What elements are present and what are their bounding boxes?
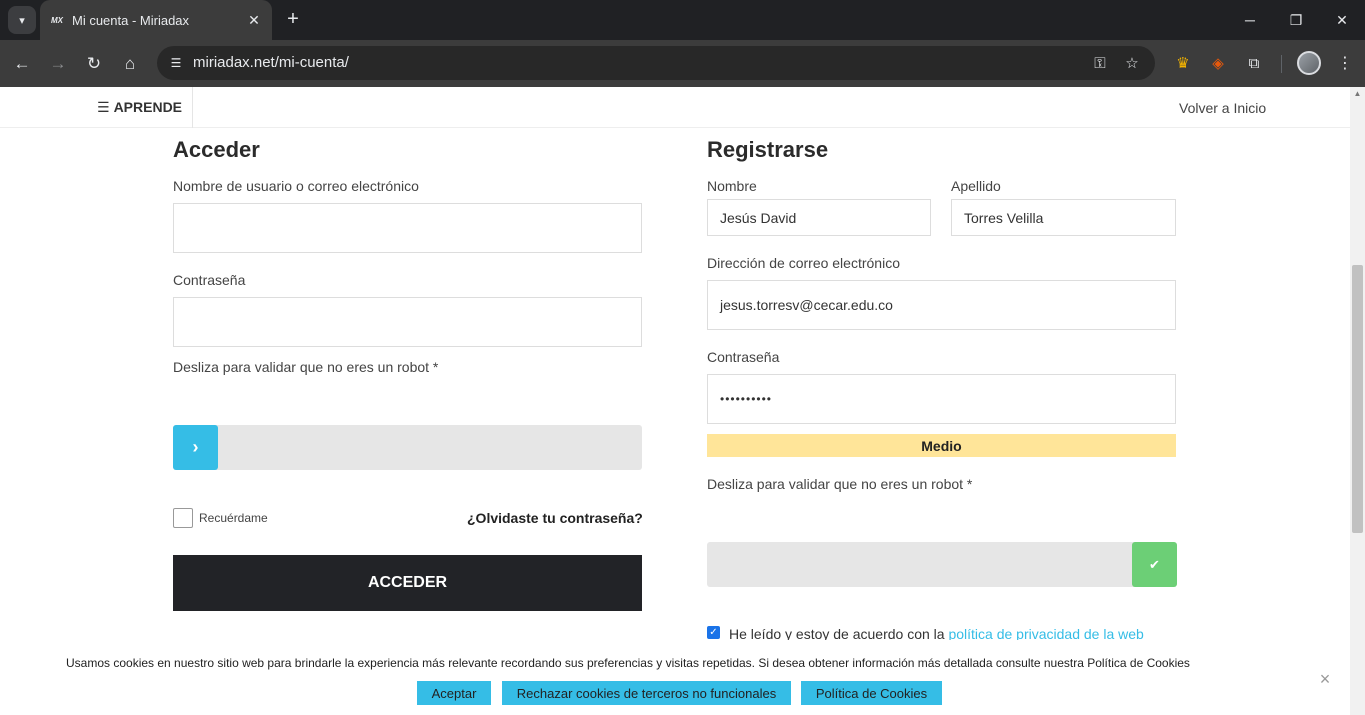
window-close-icon[interactable]: ✕ xyxy=(1319,0,1365,40)
register-password-input[interactable]: •••••••••• xyxy=(707,374,1176,424)
tab-title: Mi cuenta - Miriadax xyxy=(72,12,190,28)
first-name-input[interactable]: Jesús David xyxy=(707,199,931,236)
username-input[interactable] xyxy=(173,203,642,253)
site-header: ☰ APRENDE Volver a Inicio xyxy=(0,87,1350,128)
graduation-extension-icon[interactable]: ◈ xyxy=(1206,51,1230,75)
cookie-notice-text: Usamos cookies en nuestro sitio web para… xyxy=(66,656,1190,670)
crown-extension-icon[interactable]: ♛ xyxy=(1171,51,1195,75)
extensions-puzzle-icon[interactable]: ⧉ xyxy=(1242,51,1266,75)
bookmark-star-icon[interactable]: ☆ xyxy=(1121,52,1143,74)
hamburger-icon: ☰ xyxy=(97,99,110,115)
new-tab-icon[interactable]: + xyxy=(282,8,304,30)
register-captcha-label: Desliza para validar que no eres un robo… xyxy=(707,476,973,492)
aprende-menu-label: APRENDE xyxy=(113,99,183,115)
reload-icon[interactable]: ↻ xyxy=(80,50,108,78)
tab-close-icon[interactable]: ✕ xyxy=(244,10,264,30)
reject-cookies-button[interactable]: Rechazar cookies de terceros no funciona… xyxy=(502,681,791,705)
page-viewport: ☰ APRENDE Volver a Inicio Acceder Nombre … xyxy=(0,87,1365,715)
password-key-icon[interactable]: ⚿ xyxy=(1089,52,1111,74)
forward-arrow-icon[interactable]: → xyxy=(44,50,72,78)
username-label: Nombre de usuario o correo electrónico xyxy=(173,178,419,194)
home-icon[interactable]: ⌂ xyxy=(116,50,144,78)
browser-tab-bar: ▾ MX Mi cuenta - Miriadax ✕ + ─ ❐ ✕ xyxy=(0,0,1365,40)
password-strength-badge: Medio xyxy=(707,434,1176,457)
login-password-input[interactable] xyxy=(173,297,642,347)
login-captcha-slider[interactable] xyxy=(173,425,642,470)
url-host: miriadax.net xyxy=(193,54,275,71)
browser-toolbar: ← → ↻ ⌂ ☰ miriadax.net/mi-cuenta/ ⚿ ☆ ♛ … xyxy=(0,40,1365,87)
address-bar[interactable]: ☰ miriadax.net/mi-cuenta/ ⚿ ☆ xyxy=(157,46,1155,80)
cookie-policy-button[interactable]: Política de Cookies xyxy=(801,681,942,705)
register-password-label: Contraseña xyxy=(707,349,780,365)
url-text: miriadax.net/mi-cuenta/ xyxy=(193,54,349,71)
profile-avatar[interactable] xyxy=(1297,51,1321,75)
login-captcha-label: Desliza para validar que no eres un robo… xyxy=(173,359,439,375)
register-title: Registrarse xyxy=(707,137,829,162)
privacy-checkbox[interactable]: ✓ xyxy=(707,626,720,639)
login-password-label: Contraseña xyxy=(173,272,246,288)
register-captcha-slider[interactable] xyxy=(707,542,1176,587)
back-arrow-icon[interactable]: ← xyxy=(8,50,36,78)
restore-icon[interactable]: ❐ xyxy=(1273,0,1319,40)
url-path: /mi-cuenta/ xyxy=(274,54,349,71)
cookie-close-icon[interactable]: × xyxy=(1316,669,1334,689)
aprende-menu-button[interactable]: ☰ APRENDE xyxy=(97,99,182,116)
page-scrollbar[interactable]: ▲ xyxy=(1350,87,1365,715)
miriadax-favicon-icon: MX xyxy=(51,15,63,25)
browser-tab-active[interactable]: MX Mi cuenta - Miriadax ✕ xyxy=(40,0,272,40)
browser-menu-icon[interactable]: ⋮ xyxy=(1333,51,1357,75)
last-name-input[interactable]: Torres Velilla xyxy=(951,199,1176,236)
cookie-banner: Usamos cookies en nuestro sitio web para… xyxy=(0,640,1365,715)
minimize-icon[interactable]: ─ xyxy=(1227,0,1273,40)
site-info-icon[interactable]: ☰ xyxy=(165,52,187,74)
acceder-button[interactable]: ACCEDER xyxy=(173,555,642,611)
tab-search-icon[interactable]: ▾ xyxy=(8,6,36,34)
last-name-label: Apellido xyxy=(951,178,1001,194)
header-divider xyxy=(192,87,193,128)
login-title: Acceder xyxy=(173,137,260,162)
back-home-link[interactable]: Volver a Inicio xyxy=(1179,100,1266,116)
first-name-label: Nombre xyxy=(707,178,757,194)
forgot-password-link[interactable]: ¿Olvidaste tu contraseña? xyxy=(467,510,643,526)
accept-cookies-button[interactable]: Aceptar xyxy=(417,681,491,705)
scrollbar-thumb[interactable] xyxy=(1352,265,1363,533)
scroll-up-arrow-icon[interactable]: ▲ xyxy=(1350,89,1365,101)
remember-label[interactable]: Recuérdame xyxy=(199,511,268,525)
login-captcha-handle[interactable]: › xyxy=(173,425,218,470)
email-input[interactable]: jesus.torresv@cecar.edu.co xyxy=(707,280,1176,330)
remember-checkbox[interactable] xyxy=(173,508,193,528)
email-label: Dirección de correo electrónico xyxy=(707,255,900,271)
register-captcha-check-icon[interactable]: ✔ xyxy=(1132,542,1177,587)
toolbar-divider xyxy=(1281,55,1282,73)
